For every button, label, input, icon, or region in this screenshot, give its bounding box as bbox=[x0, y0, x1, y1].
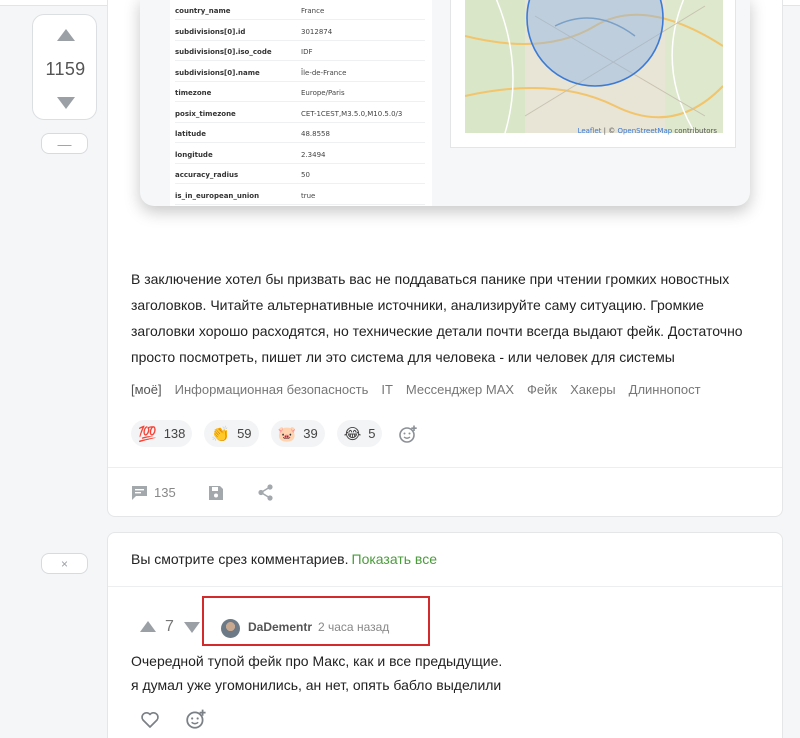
leaflet-link[interactable]: Leaflet bbox=[578, 127, 602, 135]
comment-text-line: Очередной тупой фейк про Макс, как и все… bbox=[131, 653, 503, 669]
post-rating-box: 1159 bbox=[32, 14, 97, 120]
table-row: subdivisions[0].iso_code IDF bbox=[175, 41, 425, 61]
tag-max-messenger[interactable]: Мессенджер MAX bbox=[406, 382, 514, 397]
post-text-line: В заключение хотел бы призвать вас не по… bbox=[131, 271, 730, 287]
heart-icon bbox=[141, 711, 159, 728]
show-all-link[interactable]: Показать все bbox=[352, 551, 437, 567]
red-highlight-frame bbox=[202, 596, 430, 646]
downvote-icon[interactable] bbox=[57, 97, 75, 109]
tag-longpost[interactable]: Длиннопост bbox=[629, 382, 701, 397]
share-button[interactable] bbox=[257, 484, 274, 501]
embedded-screenshot: country_name France subdivisions[0].id 301… bbox=[140, 0, 750, 206]
laugh-icon: 😂 bbox=[343, 425, 362, 443]
clap-icon: 👏 bbox=[211, 425, 231, 443]
comment-text-line: я думал уже угомонились, ан нет, опять б… bbox=[131, 677, 502, 693]
comment-downvote-icon[interactable] bbox=[184, 622, 200, 633]
map-tiles bbox=[465, 0, 723, 133]
comment-text: Очередной тупой фейк про Макс, как и все… bbox=[131, 649, 502, 697]
tag-moe[interactable]: [моё] bbox=[131, 382, 162, 397]
divider bbox=[108, 586, 782, 587]
comment-upvote-icon[interactable] bbox=[140, 621, 156, 632]
table-row: accuracy_radius 50 bbox=[175, 164, 425, 184]
add-reaction-button[interactable] bbox=[394, 420, 421, 447]
table-row: subdivisions[0].id 3012874 bbox=[175, 21, 425, 41]
map-attribution: Leaflet | © OpenStreetMap contributors bbox=[577, 127, 717, 135]
post-text-line: просто посмотреть, пишет ли это система … bbox=[131, 349, 675, 365]
table-row: posix_timezone CET-1CEST,M3.5.0,M10.5.0/3 bbox=[175, 103, 425, 123]
table-row: latitude 48.8558 bbox=[175, 123, 425, 143]
table-row: country_name France bbox=[175, 0, 425, 20]
post-text-line: заголовки хорошо расходятся, но техничес… bbox=[131, 323, 743, 339]
table-row: longitude 2.3494 bbox=[175, 144, 425, 164]
tag-infosec[interactable]: Информационная безопасность bbox=[175, 382, 369, 397]
comment-like-button[interactable] bbox=[139, 709, 161, 731]
upvote-icon[interactable] bbox=[57, 29, 75, 41]
comments-button[interactable]: 135 bbox=[131, 485, 176, 501]
tag-fake[interactable]: Фейк bbox=[527, 382, 557, 397]
reaction-laugh[interactable]: 😂 5 bbox=[336, 420, 383, 447]
post-rating: 1159 bbox=[45, 59, 86, 79]
divider bbox=[108, 467, 782, 468]
comments-count: 135 bbox=[154, 485, 176, 500]
save-button[interactable] bbox=[208, 485, 224, 501]
geo-info-table: country_name France subdivisions[0].id 301… bbox=[170, 0, 432, 206]
close-comments-button[interactable]: × bbox=[41, 553, 88, 574]
table-row: subdivisions[0].name Île-de-France bbox=[175, 62, 425, 82]
collapse-post-button[interactable]: — bbox=[41, 133, 88, 154]
smiley-plus-icon bbox=[186, 709, 206, 729]
location-map: Leaflet | © OpenStreetMap contributors bbox=[450, 0, 736, 148]
smiley-plus-icon bbox=[399, 425, 417, 443]
post-reactions: 💯 138 👏 59 🐷 39 😂 5 bbox=[131, 420, 421, 447]
osm-link[interactable]: OpenStreetMap bbox=[617, 127, 672, 135]
reaction-100[interactable]: 💯 138 bbox=[131, 420, 193, 447]
pig-icon: 🐷 bbox=[277, 425, 297, 443]
comment-add-reaction-button[interactable] bbox=[185, 708, 209, 732]
comments-slice-note: Вы смотрите срез комментариев. Показать в… bbox=[131, 551, 437, 567]
comment-rating: 7 bbox=[165, 618, 174, 635]
reaction-pig[interactable]: 🐷 39 bbox=[270, 420, 325, 447]
reaction-clap[interactable]: 👏 59 bbox=[204, 420, 259, 447]
save-icon bbox=[208, 485, 223, 500]
map-drawing bbox=[465, 0, 723, 133]
post-actions: 135 bbox=[131, 484, 274, 501]
hundred-icon: 💯 bbox=[138, 425, 157, 443]
table-row: timezone Europe/Paris bbox=[175, 82, 425, 102]
post-body-text: В заключение хотел бы призвать вас не по… bbox=[131, 266, 751, 370]
tag-hackers[interactable]: Хакеры bbox=[570, 382, 616, 397]
comment-icon bbox=[132, 485, 147, 500]
tag-it[interactable]: IT bbox=[381, 382, 393, 397]
post-tags: [моё] Информационная безопасность IT Мес… bbox=[131, 382, 714, 397]
share-icon bbox=[258, 484, 273, 501]
table-row: is_in_european_union true bbox=[175, 185, 425, 205]
post-text-line: заголовков. Читайте альтернативные источ… bbox=[131, 297, 704, 313]
